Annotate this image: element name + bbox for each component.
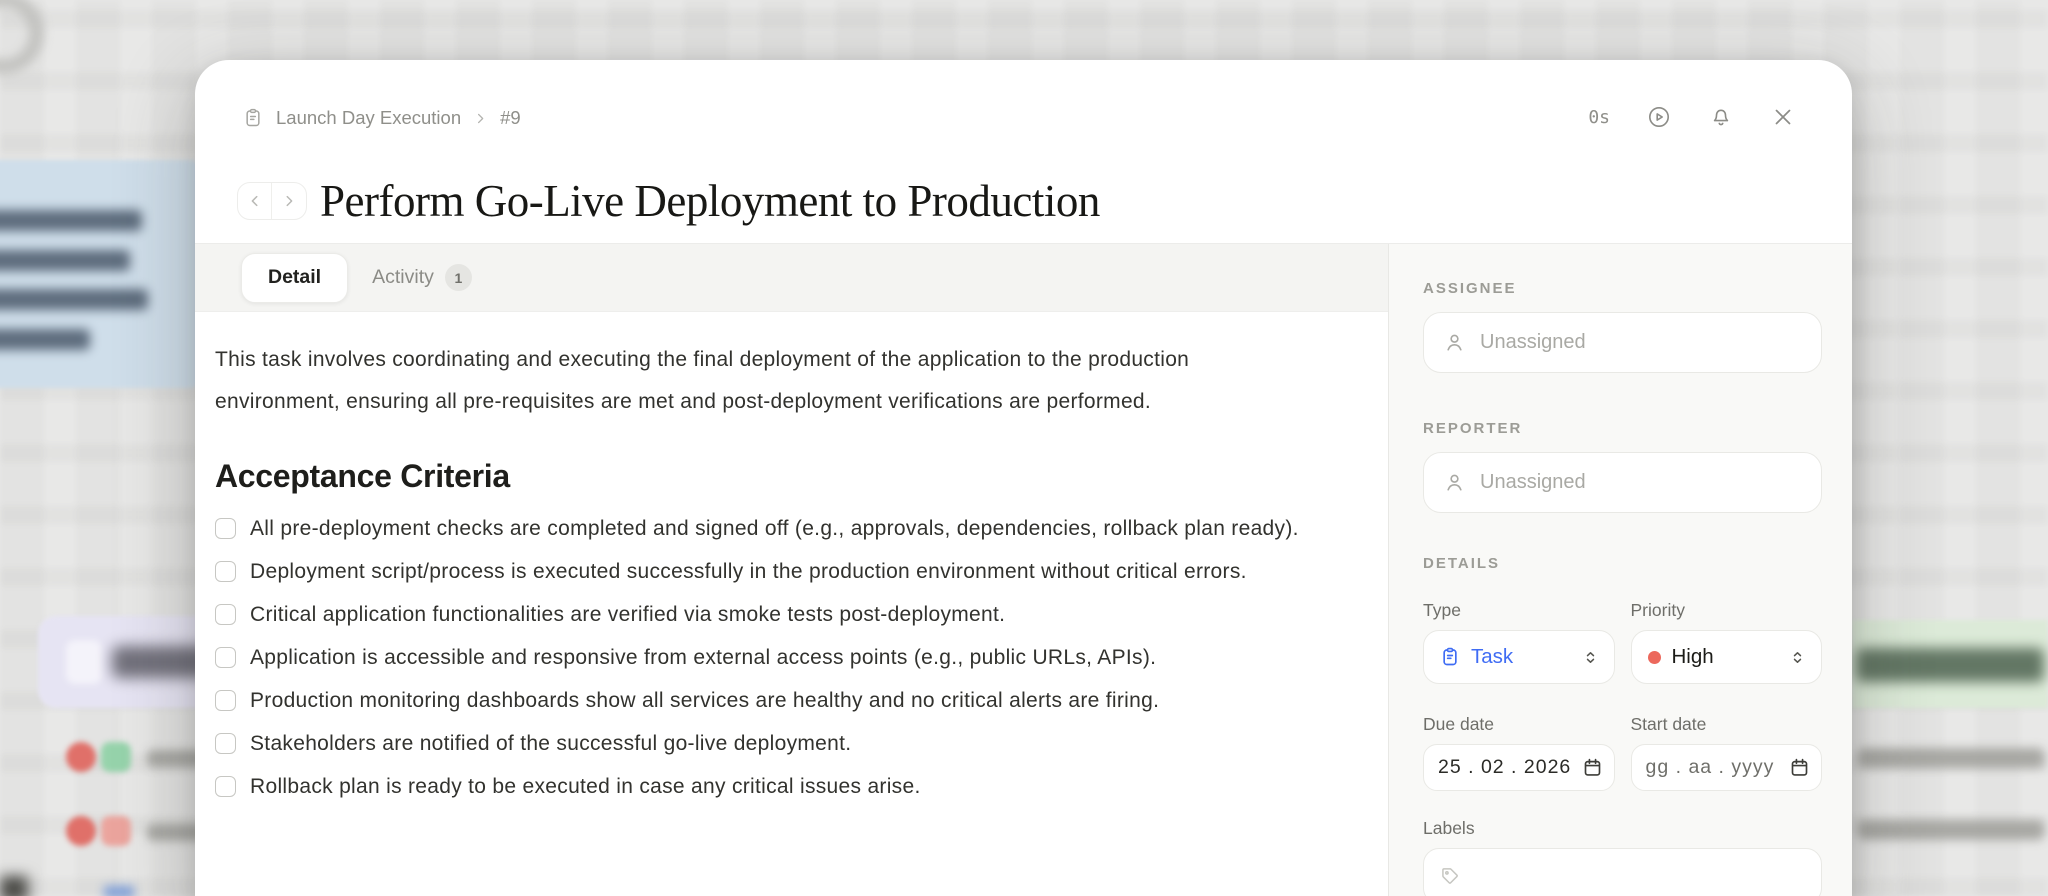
priority-label: Priority [1630,600,1685,620]
checklist-item-text: Critical application functionalities are… [250,603,1006,626]
checkbox[interactable] [215,690,236,711]
start-date-placeholder: gg . aa . yyyy [1645,756,1775,778]
checklist-item: Deployment script/process is executed su… [215,550,1300,593]
checklist-item: Rollback plan is ready to be executed in… [215,765,1300,808]
due-date-value: 25 . 02 . 2026 [1438,756,1572,778]
task-title: Perform Go-Live Deployment to Production [320,176,1100,226]
background-red-chip [101,816,131,846]
play-circle-icon [1649,107,1669,127]
task-type-icon [1443,647,1457,666]
chevron-right-icon [478,113,484,123]
checklist-item-text: All pre-deployment checks are completed … [250,517,1299,540]
task-sidebar: ASSIGNEE Unassigned REPORTER Unassigned … [1388,244,1852,896]
modal-body: Detail Activity 1 This task involves coo… [195,244,1852,896]
checkbox[interactable] [215,604,236,625]
next-task-button[interactable] [272,183,306,219]
task-navigation [237,182,307,220]
tab-bar: Detail Activity 1 [195,244,1388,312]
chevron-left-icon [251,195,258,207]
background-green-band-blur [1852,620,2048,708]
person-icon [1447,334,1462,351]
background-red-dot [66,816,96,846]
background-green-chip [101,742,131,772]
tab-activity[interactable]: Activity 1 [372,264,472,291]
screen: Launch Day Execution #9 0s Perform Go-Li… [0,0,2048,896]
assignee-field[interactable]: Unassigned [1423,312,1822,373]
modal-header: Launch Day Execution #9 0s Perform Go-Li… [195,60,1852,244]
tab-activity-label: Activity [372,266,434,288]
reporter-section-label: REPORTER [1423,420,1523,437]
checkbox[interactable] [215,776,236,797]
checkbox[interactable] [215,561,236,582]
clipboard-icon [246,108,260,127]
assignee-section-label: ASSIGNEE [1423,280,1517,297]
task-description: This task involves coordinating and exec… [215,348,1190,413]
breadcrumb-project-link[interactable]: Launch Day Execution [276,107,461,129]
checklist-item-text: Deployment script/process is executed su… [250,560,1247,583]
tag-icon [1442,868,1458,884]
chevron-right-icon [286,195,293,207]
task-content: This task involves coordinating and exec… [195,312,1388,896]
bell-icon [1713,109,1729,126]
checklist-item-text: Stakeholders are notified of the success… [250,732,852,755]
close-icon [1775,109,1791,125]
breadcrumb: Launch Day Execution #9 [243,104,1794,132]
acceptance-checklist: All pre-deployment checks are completed … [215,507,1300,808]
title-row: Perform Go-Live Deployment to Production [237,175,1794,227]
breadcrumb-task-number: #9 [500,107,521,128]
checklist-item: Critical application functionalities are… [215,593,1300,636]
due-date-label: Due date [1423,714,1495,734]
checklist-item: Application is accessible and responsive… [215,636,1300,679]
calendar-icon[interactable] [1582,757,1603,778]
checklist-item: All pre-deployment checks are completed … [215,507,1300,550]
background-blue-blob [104,886,134,896]
labels-label: Labels [1423,818,1475,838]
unfold-icon [1793,651,1802,663]
type-select[interactable]: Task [1423,630,1615,684]
section-heading: Acceptance Criteria [215,458,510,494]
previous-task-button[interactable] [238,183,272,219]
background-text-blur [1858,820,2044,840]
priority-value: High [1671,645,1714,668]
calendar-icon[interactable] [1789,757,1810,778]
background-red-dot [66,742,96,772]
assignee-value: Unassigned [1480,331,1586,353]
priority-select[interactable]: High [1630,630,1822,684]
time-tracked-value: 0s [1588,106,1610,128]
checkbox[interactable] [215,647,236,668]
header-actions: 0s [1588,104,1796,130]
due-date-input[interactable]: 25 . 02 . 2026 [1423,744,1615,791]
close-button[interactable] [1770,104,1796,130]
tab-detail[interactable]: Detail [241,252,349,303]
checklist-item: Stakeholders are notified of the success… [215,722,1300,765]
labels-input[interactable] [1423,848,1822,896]
checklist-item-text: Application is accessible and responsive… [250,646,1157,669]
checkbox[interactable] [215,733,236,754]
checklist-item-text: Production monitoring dashboards show al… [250,689,1160,712]
background-dark-blob [0,876,28,896]
start-timer-button[interactable] [1646,104,1672,130]
checklist-item: Production monitoring dashboards show al… [215,679,1300,722]
start-date-label: Start date [1630,714,1707,734]
reporter-value: Unassigned [1480,471,1586,493]
unfold-icon [1586,651,1594,663]
details-section-label: DETAILS [1423,555,1501,572]
background-text-blur [1858,748,2044,768]
task-detail-modal: Launch Day Execution #9 0s Perform Go-Li… [195,60,1852,896]
checklist-item-text: Rollback plan is ready to be executed in… [250,775,921,798]
activity-count-badge: 1 [444,264,472,291]
main-column: Detail Activity 1 This task involves coo… [195,244,1388,896]
start-date-input[interactable]: gg . aa . yyyy [1630,744,1822,791]
checkbox[interactable] [215,518,236,539]
background-table-header-blur [38,616,220,708]
reporter-field[interactable]: Unassigned [1423,452,1822,513]
type-label: Type [1423,600,1461,620]
background-blue-card-blur [0,160,200,388]
type-value: Task [1471,645,1514,668]
person-icon [1447,474,1462,491]
notifications-button[interactable] [1708,104,1734,130]
priority-dot-icon [1647,650,1661,664]
